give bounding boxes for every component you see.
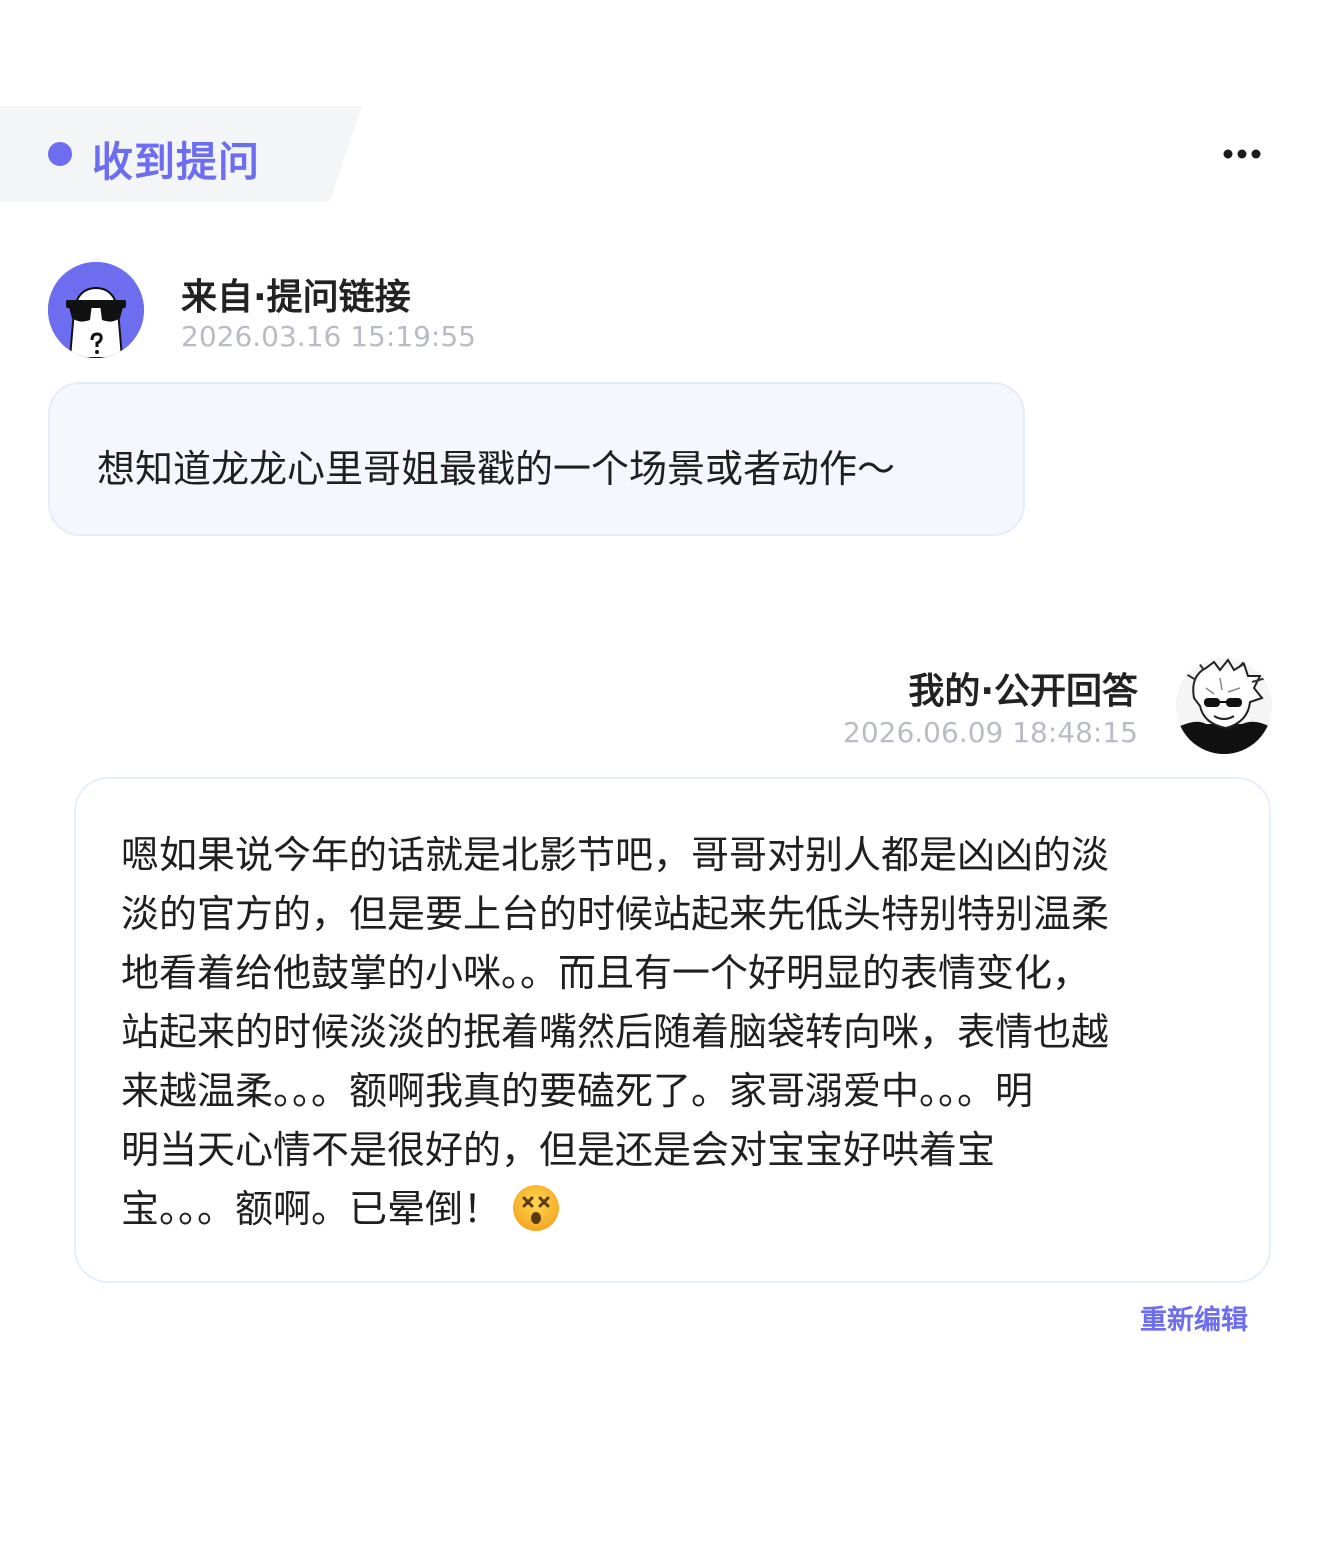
answer-line: 淡的官方的，但是要上台的时候站起来先低头特别特别温柔 bbox=[121, 892, 1110, 936]
answer-line: 站起来的时候淡淡的抿着嘴然后随着脑袋转向咪，表情也越 bbox=[121, 1010, 1110, 1054]
more-options-button[interactable] bbox=[1218, 136, 1266, 172]
answer-line: 明当天心情不是很好的，但是还是会对宝宝好哄着宝 bbox=[121, 1128, 996, 1172]
answer-text: 嗯如果说今年的话就是北影节吧，哥哥对别人都是凶凶的淡 淡的官方的，但是要上台的时… bbox=[121, 826, 1221, 1239]
asker-avatar[interactable] bbox=[48, 262, 144, 358]
answer-line-last: 宝。。。额啊。已晕倒！ bbox=[121, 1180, 1221, 1239]
user-avatar-icon bbox=[1176, 658, 1272, 754]
answer-line: 来越温柔。。。额啊我真的要磕死了。家哥溺爱中。。。明 bbox=[121, 1069, 1034, 1113]
user-avatar[interactable] bbox=[1176, 658, 1272, 754]
anonymous-sunglasses-avatar-icon bbox=[48, 262, 144, 358]
answer-author: 我的·公开回答 bbox=[908, 671, 1138, 712]
question-text: 想知道龙龙心里哥姐最戳的一个场景或者动作～ bbox=[97, 447, 896, 491]
asker-name: 来自·提问链接 bbox=[181, 277, 411, 318]
question-timestamp: 2026.03.16 15:19:55 bbox=[181, 320, 476, 353]
answer-line: 地看着给他鼓掌的小咪。。而且有一个好明显的表情变化， bbox=[121, 951, 1091, 995]
tag-dot-icon bbox=[48, 142, 72, 166]
qa-page: 收到提问 来自·提问链接 2026.03.16 15:19:55 想知道龙龙心里… bbox=[0, 0, 1320, 1557]
dizzy-face-emoji-icon bbox=[513, 1184, 560, 1231]
reedit-button[interactable]: 重新编辑 bbox=[1140, 1298, 1248, 1337]
section-title: 收到提问 bbox=[92, 138, 260, 186]
more-dots-icon bbox=[1223, 149, 1261, 159]
answer-line-text: 宝。。。额啊。已晕倒！ bbox=[121, 1187, 502, 1231]
answer-timestamp: 2026.06.09 18:48:15 bbox=[843, 716, 1138, 749]
answer-line: 嗯如果说今年的话就是北影节吧，哥哥对别人都是凶凶的淡 bbox=[121, 833, 1110, 877]
